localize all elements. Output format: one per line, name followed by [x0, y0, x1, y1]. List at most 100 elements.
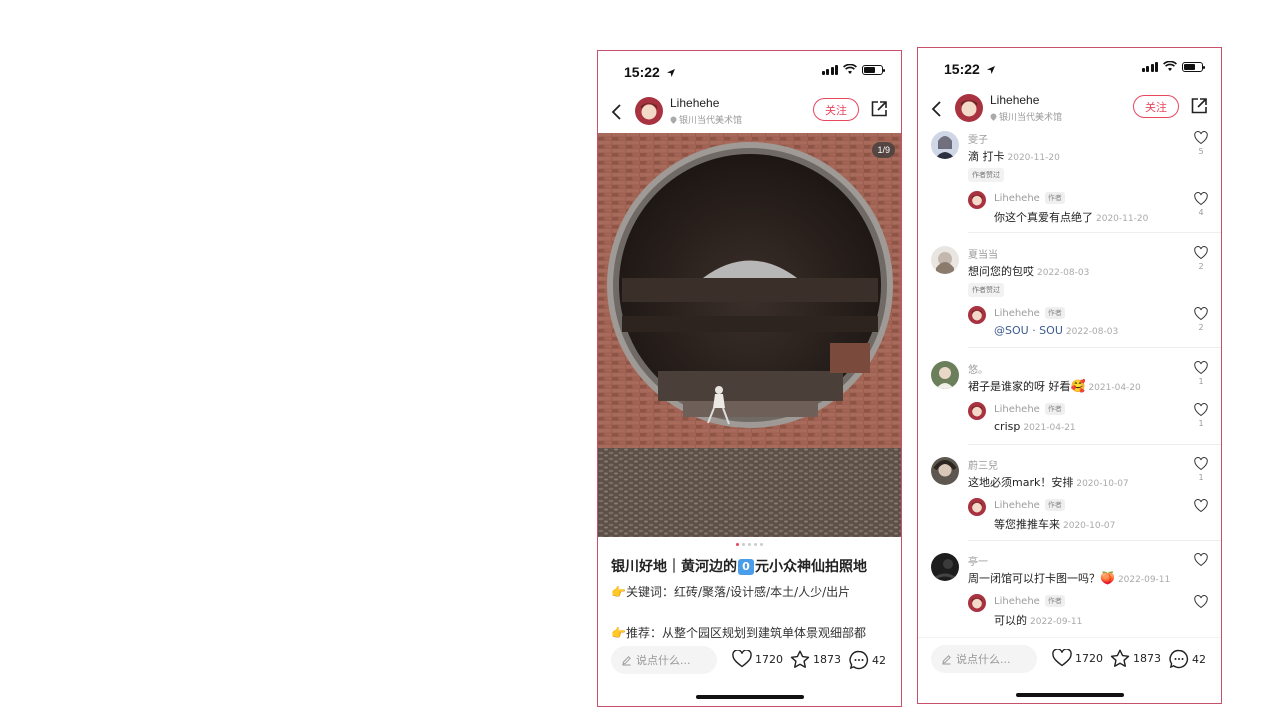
location-arrow-icon	[986, 66, 995, 74]
reply-text[interactable]: @SOU · SOU 2022-08-03	[994, 324, 1118, 337]
pointing-hand-icon: 👉	[611, 626, 626, 640]
location-label[interactable]: 银川当代美术馆	[990, 110, 1062, 123]
star-icon	[790, 650, 810, 668]
post-title: 银川好地｜黄河边的 0 元小众神仙拍照地	[611, 559, 867, 575]
heart-icon[interactable]	[1194, 553, 1208, 567]
comment-text[interactable]: 滴 打卡 2020-11-20	[968, 148, 1060, 164]
location-label[interactable]: 银川当代美术馆	[670, 113, 742, 126]
heart-icon[interactable]	[1194, 457, 1208, 471]
post-header: Lihehehe 银川当代美术馆 关注	[598, 93, 901, 133]
post-keywords: 👉关键词：红砖/聚落/设计感/本土/人少/出片	[611, 585, 851, 599]
comment-like-count: 1	[1198, 377, 1204, 386]
commenter-name[interactable]: 雯子	[968, 131, 988, 146]
avatar[interactable]	[955, 94, 983, 122]
status-bar: 15:22	[918, 48, 1221, 92]
follow-button[interactable]: 关注	[1133, 95, 1179, 118]
reply-name[interactable]: Lihehehe 作者	[994, 307, 1065, 319]
location-pin-icon	[670, 116, 677, 124]
comment-button[interactable]: 42	[1169, 649, 1206, 669]
reply-text[interactable]: crisp 2021-04-21	[994, 420, 1076, 433]
collect-button[interactable]: 1873	[1110, 649, 1161, 668]
reply-text[interactable]: 你这个真爱有点绝了 2020-11-20	[994, 209, 1148, 225]
phone-post-view: 15:22 Lihehehe 银川当代美术馆 关注 1/9 银川好地｜黄河边的 …	[597, 50, 902, 707]
comment-button[interactable]: 42	[849, 650, 886, 670]
post-photo-image	[598, 133, 901, 537]
reply-name[interactable]: Lihehehe 作者	[994, 192, 1065, 204]
heart-icon[interactable]	[1194, 131, 1208, 145]
like-button[interactable]: 1720	[1052, 649, 1103, 667]
commenter-name[interactable]: 亭一	[968, 553, 988, 568]
commenter-avatar[interactable]	[931, 131, 959, 159]
reply-name[interactable]: Lihehehe 作者	[994, 499, 1065, 511]
collect-button[interactable]: 1873	[790, 650, 841, 669]
comment-text[interactable]: 想问您的包哎 2022-08-03	[968, 263, 1089, 279]
heart-icon[interactable]	[1194, 403, 1208, 417]
heart-icon[interactable]	[1194, 499, 1208, 513]
reply-name[interactable]: Lihehehe 作者	[994, 403, 1065, 415]
username[interactable]: Lihehehe	[670, 96, 719, 110]
home-indicator[interactable]	[1016, 693, 1124, 697]
reply-avatar[interactable]	[968, 594, 986, 612]
commenter-avatar[interactable]	[931, 553, 959, 581]
heart-icon[interactable]	[1194, 246, 1208, 260]
commenter-name[interactable]: 夏当当	[968, 246, 998, 261]
comment-count: 42	[872, 653, 886, 667]
carousel-dot[interactable]	[754, 543, 757, 546]
location-pin-icon	[990, 113, 997, 121]
post-photo[interactable]: 1/9	[598, 133, 901, 537]
author-tag: 作者	[1044, 595, 1065, 607]
page-indicator: 1/9	[872, 142, 895, 158]
collect-count: 1873	[1133, 652, 1161, 665]
status-time: 15:22	[624, 64, 676, 80]
comment-like-count: 1	[1198, 473, 1204, 482]
back-chevron-icon[interactable]	[930, 99, 944, 119]
comment-text[interactable]: 这地必须mark！安排 2020-10-07	[968, 474, 1129, 490]
heart-icon[interactable]	[1194, 361, 1208, 375]
share-icon[interactable]	[870, 100, 888, 118]
reply-avatar[interactable]	[968, 402, 986, 420]
reply-name[interactable]: Lihehehe 作者	[994, 595, 1065, 607]
comment-text[interactable]: 周一闭馆可以打卡图一吗？🍑 2022-09-11	[968, 570, 1170, 586]
avatar[interactable]	[635, 97, 663, 125]
heart-icon	[732, 650, 752, 668]
pointing-hand-icon: 👉	[611, 585, 626, 599]
back-chevron-icon[interactable]	[610, 102, 624, 122]
home-indicator[interactable]	[696, 695, 804, 699]
comment-input[interactable]: 说点什么...	[611, 646, 717, 674]
author-tag: 作者	[1044, 403, 1065, 415]
carousel-dot[interactable]	[736, 543, 739, 546]
star-icon	[1110, 649, 1130, 667]
comment-input[interactable]: 说点什么...	[931, 645, 1037, 673]
carousel-dot[interactable]	[760, 543, 763, 546]
heart-icon[interactable]	[1194, 595, 1208, 609]
share-icon[interactable]	[1190, 97, 1208, 115]
wifi-icon	[1163, 61, 1177, 71]
battery-icon	[862, 64, 885, 75]
heart-icon[interactable]	[1194, 192, 1208, 206]
commenter-avatar[interactable]	[931, 457, 959, 485]
username[interactable]: Lihehehe	[990, 93, 1039, 107]
reply-text[interactable]: 等您推推车来 2020-10-07	[994, 516, 1115, 532]
commenter-avatar[interactable]	[931, 361, 959, 389]
heart-icon[interactable]	[1194, 307, 1208, 321]
comment-like-count: 2	[1198, 262, 1204, 271]
follow-button[interactable]: 关注	[813, 98, 859, 121]
reply-avatar[interactable]	[968, 306, 986, 324]
like-button[interactable]: 1720	[732, 650, 783, 668]
carousel-dot[interactable]	[748, 543, 751, 546]
commenter-name[interactable]: 悠。	[968, 361, 988, 376]
bottom-bar: 说点什么... 1720 1873 42	[918, 637, 1221, 677]
reply-avatar[interactable]	[968, 191, 986, 209]
reply-like-count: 2	[1198, 323, 1204, 332]
reply-like-count: 1	[1198, 419, 1204, 428]
commenter-avatar[interactable]	[931, 246, 959, 274]
reply-text[interactable]: 可以的 2022-09-11	[994, 612, 1082, 628]
commenter-name[interactable]: 蔚三兒	[968, 457, 998, 472]
reply-avatar[interactable]	[968, 498, 986, 516]
pencil-icon	[942, 654, 951, 664]
mention-link[interactable]: @SOU · SOU	[994, 324, 1063, 337]
collect-count: 1873	[813, 653, 841, 666]
status-icons	[1141, 61, 1205, 72]
comment-text[interactable]: 裙子是谁家的呀 好看🥰 2021-04-20	[968, 378, 1141, 394]
carousel-dot[interactable]	[742, 543, 745, 546]
